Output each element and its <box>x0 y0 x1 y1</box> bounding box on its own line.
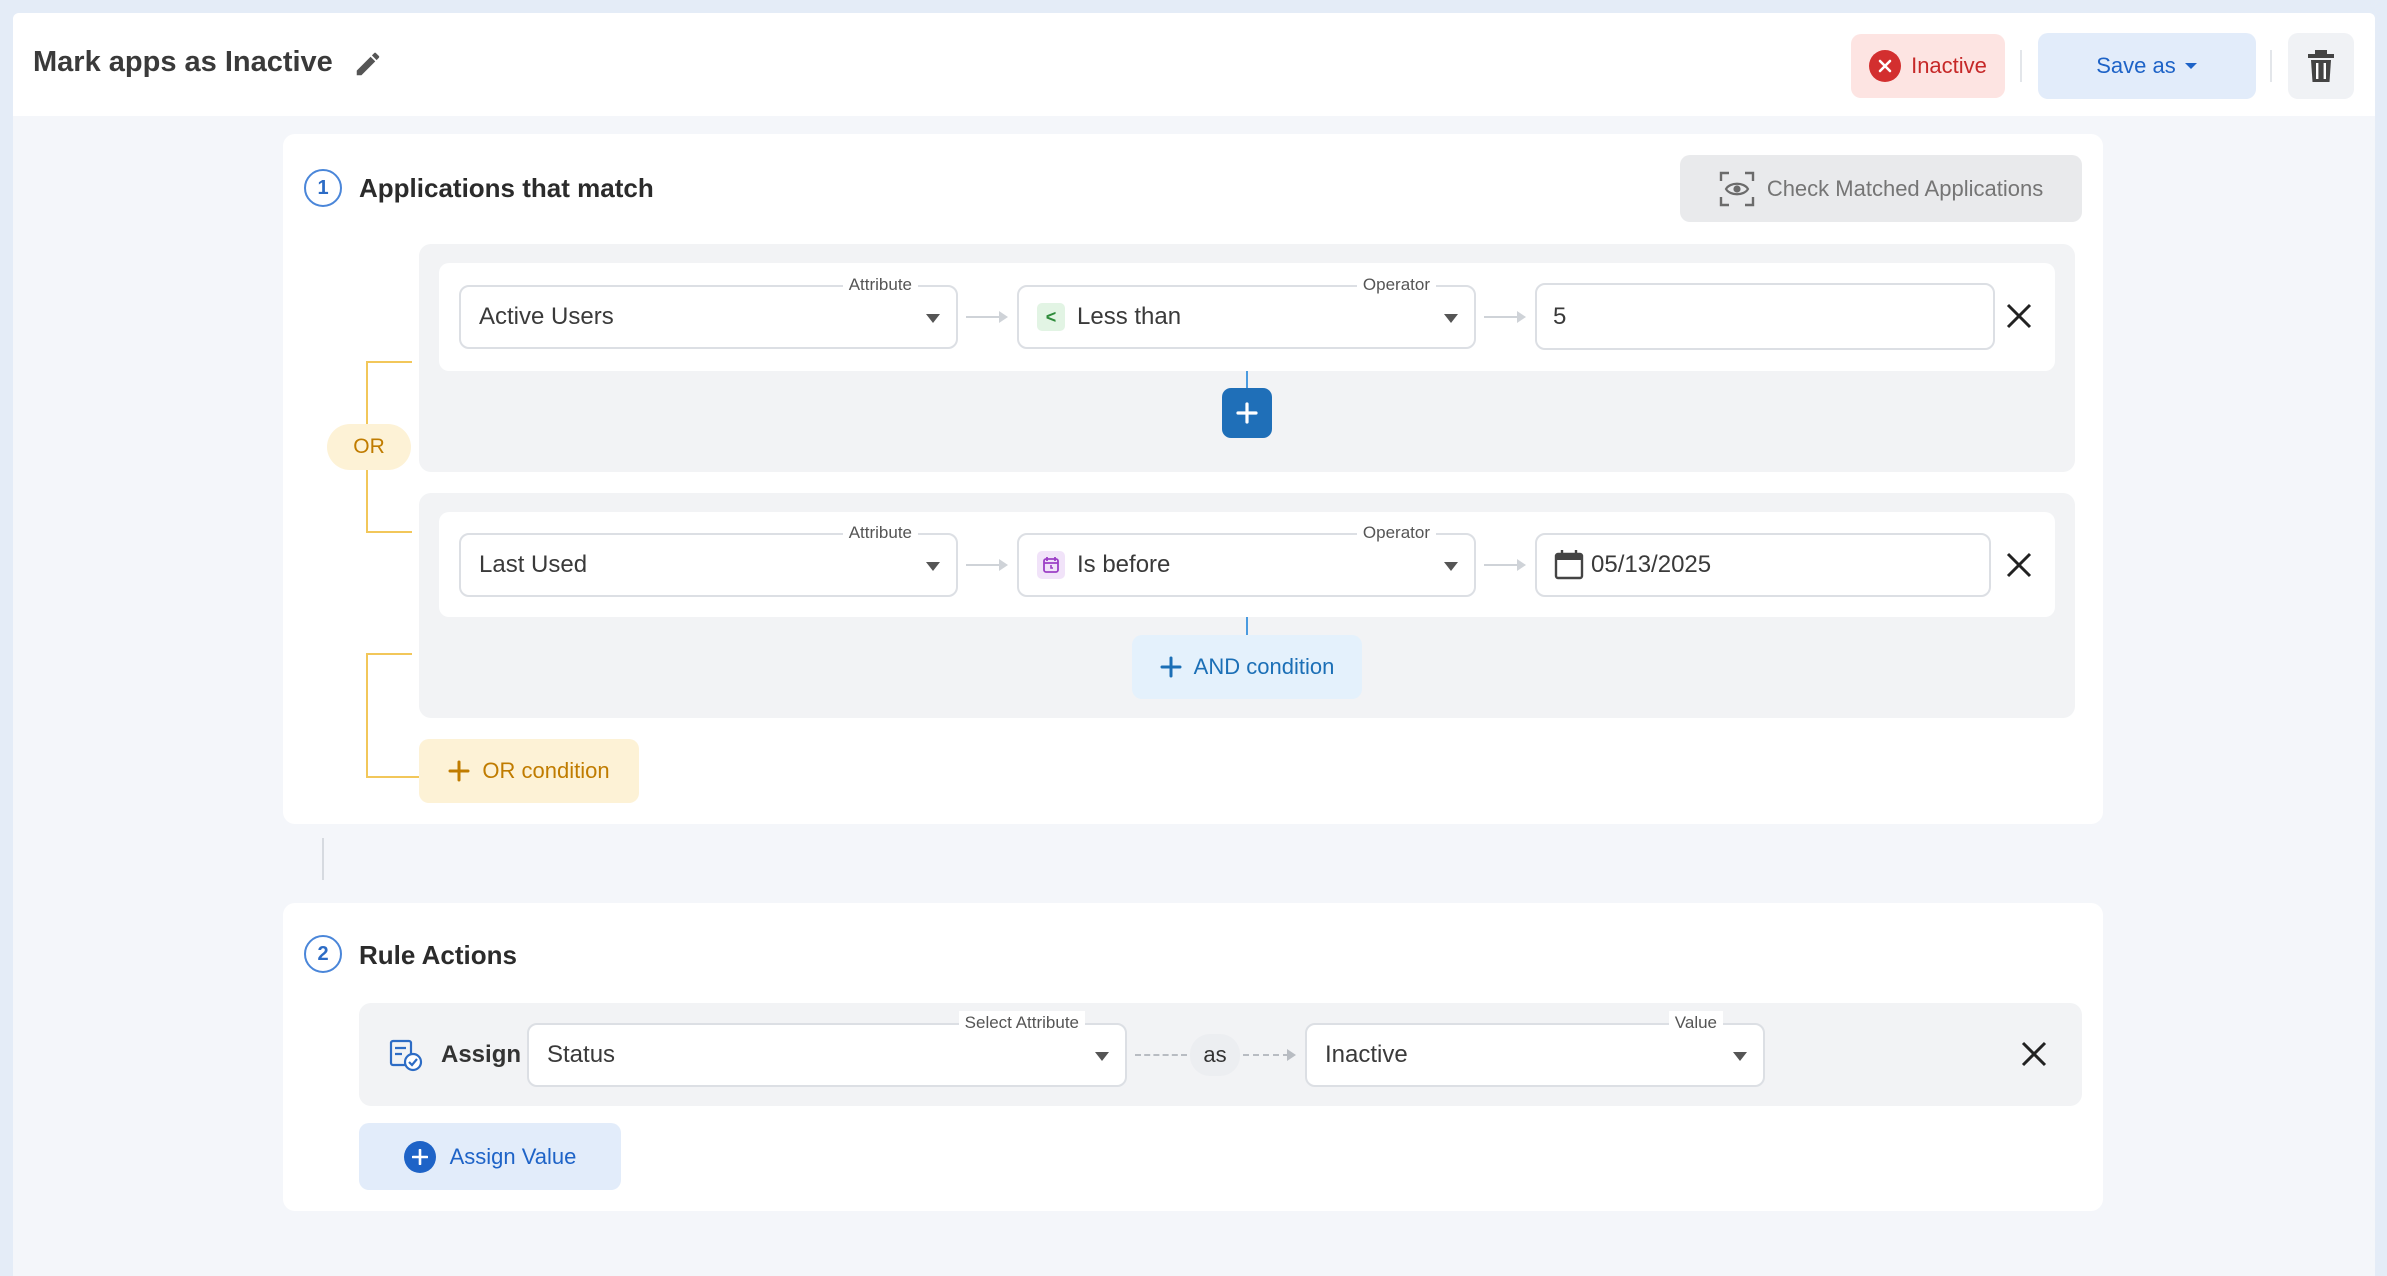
remove-action-button[interactable] <box>2017 1037 2051 1071</box>
page-title: Mark apps as Inactive <box>33 46 333 78</box>
date-value: 05/13/2025 <box>1591 551 1712 578</box>
or-condition-label: OR condition <box>482 758 610 783</box>
or-connector <box>366 653 412 655</box>
arrow-connector <box>1484 311 1526 323</box>
connector-line <box>1246 371 1248 389</box>
condition-value: 5 <box>1553 302 1567 330</box>
section-title: Rule Actions <box>359 940 517 970</box>
attribute-select[interactable]: Last Used Attribute <box>459 521 958 597</box>
chevron-down-icon <box>1733 1052 1747 1061</box>
connector-line <box>1246 617 1248 635</box>
step-number: 2 <box>304 935 342 973</box>
save-as-label: Save as <box>2096 53 2176 78</box>
close-icon <box>2006 552 2032 578</box>
close-circle-icon <box>1869 50 1902 82</box>
close-icon <box>2021 1041 2047 1067</box>
save-as-button[interactable]: Save as <box>2038 33 2256 99</box>
add-or-condition-button[interactable]: OR condition <box>419 739 639 803</box>
dashed-connector <box>1243 1054 1289 1056</box>
add-condition-button[interactable] <box>1222 388 1272 438</box>
delete-button[interactable] <box>2288 33 2354 99</box>
as-label: as <box>1190 1034 1240 1076</box>
pencil-icon[interactable] <box>353 49 383 79</box>
operator-legend: Operator <box>1356 521 1436 545</box>
plus-icon <box>1236 402 1258 424</box>
operator-value: Is before <box>1077 551 1171 578</box>
value-input[interactable]: 5 <box>1535 283 1995 350</box>
chevron-down-icon <box>1095 1052 1109 1061</box>
attribute-value: Active Users <box>479 303 614 330</box>
caret-down-icon <box>2184 63 2197 69</box>
selected-value: Inactive <box>1325 1041 1408 1068</box>
assign-value-button[interactable]: Assign Value <box>359 1123 621 1190</box>
chevron-down-icon <box>926 562 940 571</box>
operator-select[interactable]: Is before Operator <box>1017 521 1476 597</box>
less-than-icon: < <box>1037 303 1065 331</box>
assign-task-icon <box>389 1038 423 1077</box>
arrow-connector <box>966 559 1008 571</box>
attribute-legend: Attribute <box>842 273 918 297</box>
selected-attribute: Status <box>547 1041 616 1068</box>
attribute-value: Last Used <box>479 551 588 578</box>
select-attribute-dropdown[interactable]: Status Select Attribute <box>527 1011 1127 1087</box>
and-condition-label: AND condition <box>1193 654 1335 679</box>
or-connector <box>366 361 412 363</box>
operator-legend: Operator <box>1356 273 1436 297</box>
or-connector <box>366 653 368 778</box>
close-icon <box>2006 303 2032 329</box>
chevron-down-icon <box>1444 562 1458 571</box>
or-connector <box>366 776 419 778</box>
value-legend: Value <box>1668 1011 1723 1035</box>
arrow-head-icon <box>1287 1049 1296 1061</box>
operator-select[interactable]: < Less than Operator <box>1017 273 1476 349</box>
remove-condition-button[interactable] <box>2002 299 2036 333</box>
arrow-connector <box>966 311 1008 323</box>
attribute-legend: Attribute <box>842 521 918 545</box>
step-number: 1 <box>304 169 342 207</box>
status-label: Inactive <box>1911 53 1987 78</box>
value-dropdown[interactable]: Inactive Value <box>1305 1011 1765 1087</box>
match-conditions-card <box>283 134 2103 824</box>
date-input[interactable]: 05/13/2025 <box>1535 533 1991 597</box>
section-title: Applications that match <box>359 173 654 203</box>
plus-icon <box>448 760 470 782</box>
divider <box>2020 50 2022 82</box>
attribute-select[interactable]: Active Users Attribute <box>459 273 958 349</box>
arrow-connector <box>1484 559 1526 571</box>
assign-value-label: Assign Value <box>449 1143 577 1169</box>
or-connector <box>366 531 412 533</box>
trash-icon <box>2308 50 2334 82</box>
assign-label: Assign <box>441 1041 522 1068</box>
or-operator-badge: OR <box>327 424 411 470</box>
add-and-condition-button[interactable]: AND condition <box>1132 635 1362 699</box>
operator-value: Less than <box>1077 303 1182 330</box>
chevron-down-icon <box>1444 314 1458 323</box>
section-connector <box>322 838 324 880</box>
chevron-down-icon <box>926 314 940 323</box>
status-badge[interactable]: Inactive <box>1851 34 2005 98</box>
calendar-icon <box>1554 550 1584 580</box>
eye-scan-icon <box>1719 171 1755 206</box>
divider <box>2270 50 2272 82</box>
remove-condition-button[interactable] <box>2002 548 2036 582</box>
calendar-clock-icon <box>1037 551 1065 579</box>
check-matched-label: Check Matched Applications <box>1766 175 2044 201</box>
check-matched-applications-button[interactable]: Check Matched Applications <box>1680 155 2082 222</box>
plus-circle-icon <box>403 1140 436 1173</box>
select-attribute-legend: Select Attribute <box>958 1011 1085 1035</box>
plus-icon <box>1160 656 1182 678</box>
dashed-connector <box>1135 1054 1187 1056</box>
